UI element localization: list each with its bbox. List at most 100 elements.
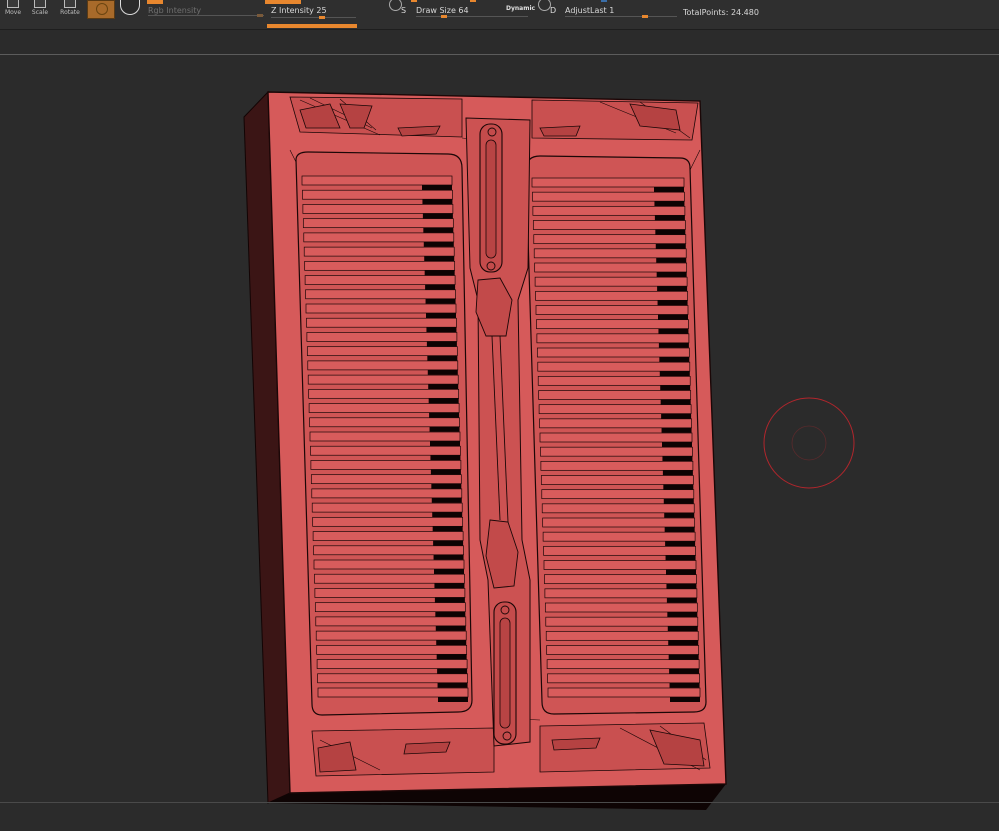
draw-size-tab-left bbox=[411, 0, 417, 2]
right-grille-slat-gap bbox=[657, 286, 688, 292]
left-grille-slat bbox=[310, 445, 461, 456]
left-grille-slat-gap bbox=[426, 327, 457, 333]
right-grille-slat bbox=[540, 475, 694, 485]
right-grille-slat bbox=[532, 220, 686, 230]
left-grille-slat-gap bbox=[428, 384, 459, 390]
right-grille-slat-gap bbox=[669, 668, 700, 674]
rgb-intensity-knob[interactable] bbox=[257, 14, 263, 17]
rotate-tool-button[interactable]: Rotate bbox=[57, 0, 83, 29]
dynamic-toggle[interactable]: Dynamic bbox=[506, 5, 535, 12]
right-grille-slat bbox=[532, 191, 685, 202]
draw-size-label: Draw Size 64 bbox=[416, 6, 469, 15]
alpha-swatch-icon[interactable] bbox=[120, 0, 140, 15]
mesh-lower-latch-slot bbox=[499, 617, 511, 729]
left-grille-slat bbox=[306, 317, 457, 328]
right-grille-slat bbox=[534, 276, 688, 287]
left-grille-slat-gap bbox=[426, 341, 457, 347]
rgb-intensity-slider[interactable] bbox=[148, 15, 264, 16]
draw-size-knob[interactable] bbox=[441, 15, 447, 18]
left-grille-slat bbox=[314, 602, 466, 613]
right-grille-slat bbox=[531, 177, 685, 188]
right-grille-slat bbox=[539, 432, 693, 443]
left-grille-slat-gap bbox=[435, 611, 466, 617]
right-grille-slat-gap bbox=[658, 342, 689, 348]
right-grille-slat-gap bbox=[664, 512, 695, 518]
left-grille-slat bbox=[313, 559, 465, 570]
left-grille-slat-gap bbox=[429, 412, 460, 418]
zadd-toggle-indicator[interactable] bbox=[265, 0, 301, 4]
left-grille-slat bbox=[310, 460, 462, 470]
left-grille-slat bbox=[308, 403, 460, 413]
adjust-last-slider[interactable] bbox=[565, 16, 677, 17]
right-grille-slat-gap bbox=[661, 427, 692, 433]
right-grille-slat bbox=[541, 489, 695, 500]
right-grille-slat bbox=[535, 305, 689, 315]
left-grille-slat-gap bbox=[427, 355, 458, 361]
left-grille-slat-gap bbox=[434, 583, 465, 589]
left-grille-slat bbox=[317, 673, 468, 684]
right-grille-slat-gap bbox=[659, 357, 690, 362]
left-grille-slat bbox=[306, 346, 458, 357]
top-toolbar: Move Scale Rotate Rgb Intensity Z Intens… bbox=[0, 0, 999, 30]
right-grille-slat bbox=[537, 361, 691, 372]
left-grille-slat bbox=[305, 289, 456, 300]
right-grille-slat bbox=[544, 588, 698, 599]
left-grille-slat-gap bbox=[423, 227, 454, 233]
mesh-panel-model[interactable] bbox=[243, 90, 727, 810]
left-grille-slat bbox=[310, 474, 462, 485]
left-grille-slat bbox=[314, 573, 465, 584]
document-canvas[interactable] bbox=[0, 30, 999, 831]
left-grille-slat-gap bbox=[427, 369, 458, 375]
left-grille-slat bbox=[309, 431, 461, 442]
right-grille-slat bbox=[536, 333, 690, 344]
right-grille-slat-gap bbox=[661, 413, 692, 419]
rgb-toggle-indicator[interactable] bbox=[147, 0, 163, 4]
scale-tool-label: Scale bbox=[31, 9, 49, 16]
left-grille-slat bbox=[301, 175, 453, 186]
left-grille-slat bbox=[304, 275, 456, 285]
rgb-intensity-label: Rgb Intensity bbox=[148, 6, 202, 15]
right-grille-slat bbox=[547, 673, 700, 684]
right-grille-slat-gap bbox=[657, 300, 688, 306]
right-grille-slat bbox=[538, 390, 692, 400]
left-grille-slat bbox=[303, 246, 455, 257]
right-grille-slat-gap bbox=[662, 456, 693, 462]
right-grille-slat bbox=[542, 531, 696, 542]
right-grille-slat-gap bbox=[660, 385, 691, 391]
left-grille-slat-gap bbox=[424, 256, 455, 262]
adjust-last-knob[interactable] bbox=[642, 15, 648, 18]
left-grille-slat bbox=[312, 516, 464, 527]
left-grille-slat bbox=[317, 687, 469, 698]
left-grille-slat-gap bbox=[430, 469, 461, 475]
scale-tool-button[interactable]: Scale bbox=[27, 0, 53, 29]
canvas-bottom-divider bbox=[0, 802, 999, 803]
right-grille-slat-gap bbox=[658, 328, 689, 334]
left-grille-slat-gap bbox=[426, 313, 456, 318]
left-grille-slat-gap bbox=[425, 284, 456, 290]
left-grille-slat-gap bbox=[434, 569, 464, 574]
right-grille-slat-gap bbox=[667, 612, 698, 617]
right-grille-slat-gap bbox=[662, 442, 692, 447]
right-grille-slat-gap bbox=[659, 371, 690, 377]
right-grille-slat bbox=[544, 602, 698, 613]
left-grille-slat bbox=[302, 218, 454, 229]
scale-icon bbox=[34, 0, 46, 8]
z-intensity-slider[interactable] bbox=[271, 17, 356, 18]
right-grille-slat bbox=[543, 560, 697, 570]
move-tool-label: Move bbox=[4, 9, 22, 16]
right-grille-slat bbox=[540, 446, 693, 457]
left-grille-slat-gap bbox=[428, 398, 459, 404]
right-grille-slat bbox=[538, 404, 692, 415]
z-intensity-knob[interactable] bbox=[319, 16, 325, 19]
left-grille-slat-gap bbox=[437, 668, 468, 674]
move-tool-button[interactable]: Move bbox=[0, 0, 26, 29]
left-grille-slat-gap bbox=[422, 185, 452, 190]
right-grille-slat-gap bbox=[654, 187, 684, 192]
left-grille-slat bbox=[309, 417, 460, 428]
left-grille-slat bbox=[315, 630, 467, 641]
z-intensity-active-bar bbox=[267, 24, 357, 28]
draw-size-slider[interactable] bbox=[416, 16, 528, 17]
right-grille-slat bbox=[533, 234, 687, 245]
right-grille-slat-gap bbox=[669, 682, 700, 688]
material-swatch-button[interactable] bbox=[87, 0, 115, 19]
